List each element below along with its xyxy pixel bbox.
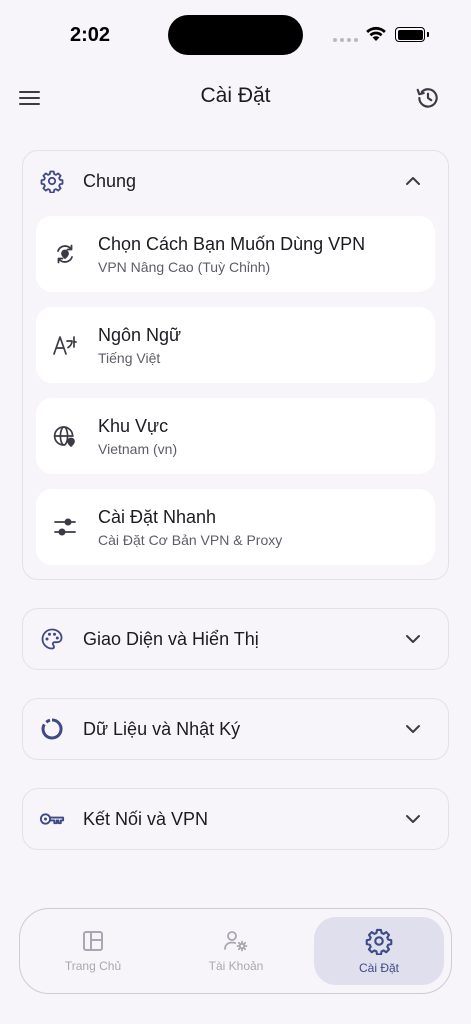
chevron-down-icon[interactable] [402, 718, 424, 740]
gear-icon [365, 928, 393, 955]
chevron-up-icon[interactable] [402, 170, 424, 192]
language-label: Ngôn Ngữ [98, 324, 182, 345]
section-data-logs: Dữ Liệu và Nhật Ký [22, 698, 449, 760]
nav-label-settings: Cài Đặt [358, 961, 399, 975]
chevron-down-icon[interactable] [402, 628, 424, 650]
user-settings-icon [224, 931, 248, 952]
nav-item-home[interactable]: Trang Chủ [28, 917, 158, 985]
nav-label-account: Tài Khoản [208, 959, 264, 973]
dynamic-island [168, 15, 303, 55]
palette-icon [39, 626, 65, 652]
vpn-mode-value: VPN Nâng Cao (Tuỳ Chỉnh) [98, 258, 271, 275]
section-data-logs-title: Dữ Liệu và Nhật Ký [83, 718, 241, 739]
status-bar: 2:02 [0, 0, 471, 70]
quick-settings-label: Cài Đặt Nhanh [98, 506, 217, 527]
wifi-icon [366, 26, 386, 41]
history-button[interactable] [412, 82, 444, 114]
section-data-logs-header[interactable]: Dữ Liệu và Nhật Ký [23, 699, 448, 759]
section-general-title: Chung [83, 170, 137, 191]
list-item-region[interactable]: Khu Vực Vietnam (vn) [36, 398, 435, 474]
section-appearance-header[interactable]: Giao Diện và Hiển Thị [23, 609, 448, 669]
globe-location-icon [52, 423, 78, 449]
sliders-icon [52, 514, 78, 540]
key-icon [39, 806, 65, 832]
section-appearance-title: Giao Diện và Hiển Thị [83, 628, 259, 649]
bottom-nav: Trang Chủ Tài Khoản Cài Đặt [19, 908, 452, 994]
history-icon [416, 88, 438, 108]
signal-icon [333, 38, 358, 42]
nav-item-settings[interactable]: Cài Đặt [314, 917, 444, 985]
dashboard-icon [83, 931, 103, 951]
vpn-mode-label: Chọn Cách Bạn Muốn Dùng VPN [98, 233, 366, 254]
status-time: 2:02 [70, 24, 111, 46]
region-label: Khu Vực [98, 415, 169, 436]
nav-label-home: Trang Chủ [64, 959, 122, 973]
section-connection-header[interactable]: Kết Nối và VPN [23, 789, 448, 849]
chevron-down-icon[interactable] [402, 808, 424, 830]
section-appearance: Giao Diện và Hiển Thị [22, 608, 449, 670]
vpn-mode-icon [52, 241, 78, 267]
list-item-language[interactable]: Ngôn Ngữ Tiếng Việt [36, 307, 435, 383]
battery-cap [427, 32, 429, 37]
quick-settings-value: Cài Đặt Cơ Bản VPN & Proxy [98, 531, 283, 548]
list-item-vpn-mode[interactable]: Chọn Cách Bạn Muốn Dùng VPN VPN Nâng Cao… [36, 216, 435, 292]
section-connection: Kết Nối và VPN [22, 788, 449, 850]
section-general: Chung Chọn Cách Bạn Muốn Dùng VPN VPN Nâ… [22, 150, 449, 580]
battery-icon [395, 27, 425, 42]
app-bar: Cài Đặt [0, 70, 471, 126]
section-general-header[interactable]: Chung [23, 151, 448, 211]
donut-chart-icon [39, 716, 65, 742]
section-connection-title: Kết Nối và VPN [83, 808, 209, 829]
region-value: Vietnam (vn) [98, 440, 178, 457]
language-value: Tiếng Việt [98, 349, 161, 366]
nav-item-account[interactable]: Tài Khoản [171, 917, 301, 985]
page-title: Cài Đặt [200, 84, 271, 107]
list-item-quick-settings[interactable]: Cài Đặt Nhanh Cài Đặt Cơ Bản VPN & Proxy [36, 489, 435, 565]
translate-icon [52, 332, 78, 358]
gear-icon [39, 168, 65, 194]
